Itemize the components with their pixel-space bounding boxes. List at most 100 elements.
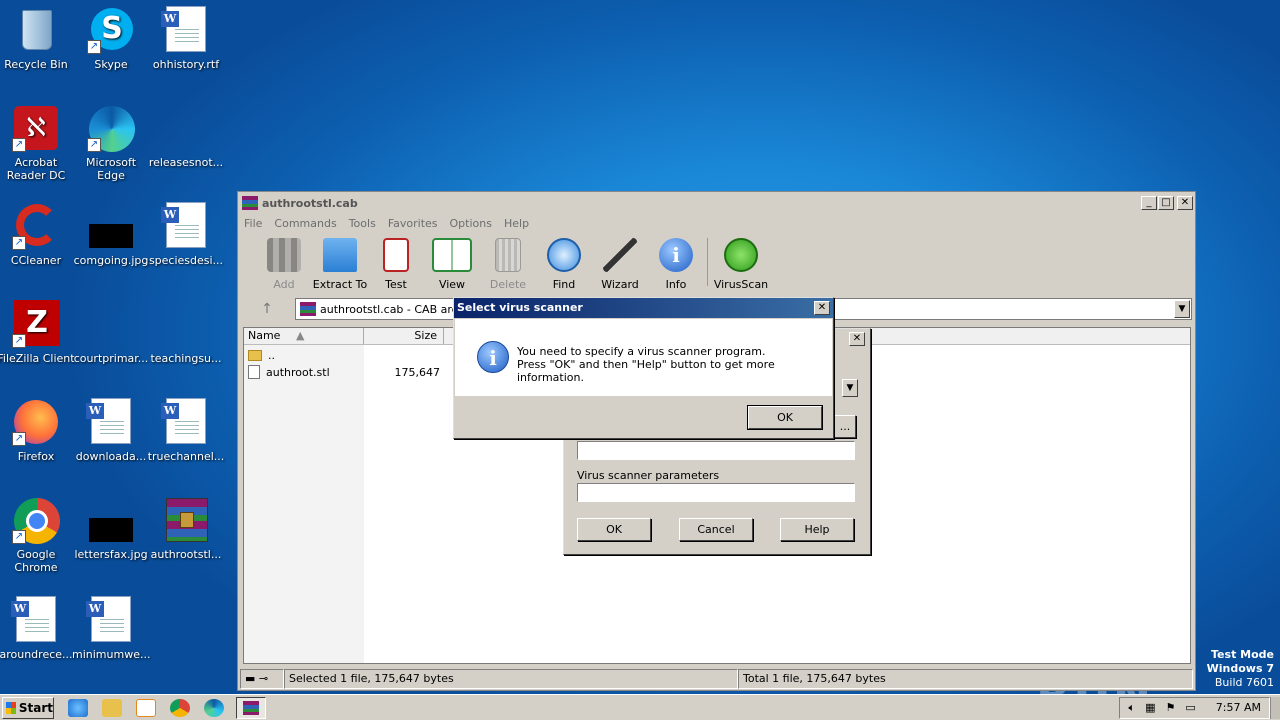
explorer-taskbar-icon[interactable] xyxy=(102,698,122,717)
address-dropdown-button[interactable]: ▼ xyxy=(1174,300,1190,318)
file-row[interactable]: .. xyxy=(248,347,444,363)
maximize-button[interactable]: □ xyxy=(1158,196,1174,210)
scan-dialog-close-button[interactable]: ✕ xyxy=(849,332,865,346)
menu-file[interactable]: File xyxy=(238,217,268,230)
desktop-icon-releasesnot[interactable]: releasesnot... xyxy=(147,104,225,169)
toolbar-add-button[interactable]: Add xyxy=(256,238,312,291)
window-title: authrootstl.cab xyxy=(262,196,358,210)
scan-ok-button[interactable]: OK xyxy=(577,518,651,541)
desktop-icon-recycle-bin[interactable]: Recycle Bin xyxy=(0,6,75,71)
desktop-icon-chrome[interactable]: ↗ Google Chrome xyxy=(0,496,75,574)
message-box-title: Select virus scanner xyxy=(457,301,583,314)
scanner-dropdown-button[interactable]: ▼ xyxy=(842,379,858,397)
column-size-header[interactable]: Size xyxy=(364,328,444,344)
desktop-icon-ohhistory[interactable]: W ohhistory.rtf xyxy=(147,6,225,71)
power-icon[interactable]: ▭ xyxy=(1185,701,1195,714)
word-document-icon: W xyxy=(161,202,210,250)
minimize-button[interactable]: _ xyxy=(1141,196,1157,210)
toolbar-test-button[interactable]: Test xyxy=(368,238,424,291)
toolbar-find-button[interactable]: Find xyxy=(536,238,592,291)
desktop-icon-speciesdesi[interactable]: W speciesdesi... xyxy=(147,202,225,267)
action-center-flag-icon[interactable]: ⚑ xyxy=(1166,701,1176,714)
shortcut-arrow-icon: ↗ xyxy=(87,138,101,152)
toolbar-wizard-button[interactable]: Wizard xyxy=(592,238,648,291)
message-box-titlebar[interactable]: Select virus scanner xyxy=(454,298,833,318)
winrar-taskbar-button[interactable] xyxy=(236,696,266,719)
toolbar-separator xyxy=(707,238,708,286)
desktop-icon-lettersfax[interactable]: lettersfax.jpg xyxy=(72,496,150,561)
desktop-icon-filezilla[interactable]: Z ↗ FileZilla Client xyxy=(0,300,75,365)
desktop-icon-firefox[interactable]: ↗ Firefox xyxy=(0,398,75,463)
desktop-icon-downloada[interactable]: W downloada... xyxy=(72,398,150,463)
clock[interactable]: 7:57 AM xyxy=(1216,701,1261,714)
test-mode-text: Test Mode Windows 7 Build 7601 xyxy=(1206,648,1274,689)
recycle-bin-icon xyxy=(12,6,60,54)
desktop-icon-edge[interactable]: ↗ Microsoft Edge xyxy=(72,104,150,182)
message-ok-button[interactable]: OK xyxy=(747,405,823,430)
shortcut-arrow-icon: ↗ xyxy=(12,334,26,348)
word-document-icon: W xyxy=(11,596,60,644)
desktop-icon-authrootstl[interactable]: authrootstl... xyxy=(147,496,225,561)
word-document-icon: W xyxy=(86,398,135,446)
word-document-icon: W xyxy=(161,6,210,54)
start-button[interactable]: Start xyxy=(2,696,54,719)
word-document-icon: W xyxy=(86,596,135,644)
menu-favorites[interactable]: Favorites xyxy=(382,217,444,230)
winrar-icon xyxy=(243,700,259,715)
chrome-taskbar-icon[interactable] xyxy=(170,698,190,717)
media-player-taskbar-icon[interactable] xyxy=(136,698,156,717)
toolbar-view-button[interactable]: View xyxy=(424,238,480,291)
windows-logo-icon xyxy=(6,701,16,714)
desktop-icon-skype[interactable]: S ↗ Skype xyxy=(72,6,150,71)
file-row[interactable]: authroot.stl 175,647 xyxy=(248,364,444,380)
taskbar: Start 🔈︎ ▦ ⚑ ▭ 7:57 AM xyxy=(0,694,1280,720)
extract-folder-icon xyxy=(323,238,357,272)
menu-options[interactable]: Options xyxy=(444,217,498,230)
network-icon[interactable]: ▦ xyxy=(1145,701,1155,714)
image-thumbnail-icon xyxy=(87,202,135,250)
delete-trash-icon xyxy=(495,238,521,272)
firefox-icon: ↗ xyxy=(12,398,60,446)
scanner-params-field[interactable] xyxy=(577,483,855,502)
show-desktop-button[interactable] xyxy=(1270,696,1280,719)
sort-ascending-icon: ▲ xyxy=(295,329,305,342)
browse-button[interactable]: ... xyxy=(834,415,856,438)
acrobat-icon: ℵ ↗ xyxy=(12,104,60,152)
toolbar-extract-button[interactable]: Extract To xyxy=(312,238,368,291)
volume-icon[interactable]: 🔈︎ xyxy=(1128,701,1135,715)
menu-bar: File Commands Tools Favorites Options He… xyxy=(238,214,1195,232)
toolbar-info-button[interactable]: i Info xyxy=(648,238,704,291)
message-box-close-button[interactable]: ✕ xyxy=(814,301,830,315)
ie-taskbar-icon[interactable] xyxy=(68,698,88,717)
scan-help-button[interactable]: Help xyxy=(780,518,854,541)
close-button[interactable]: ✕ xyxy=(1177,196,1193,210)
scan-cancel-button[interactable]: Cancel xyxy=(679,518,753,541)
status-total: Total 1 file, 175,647 bytes xyxy=(738,669,1193,689)
desktop-icon-courtprimar[interactable]: courtprimar... xyxy=(72,300,150,365)
menu-help[interactable]: Help xyxy=(498,217,535,230)
desktop-icon-acrobat[interactable]: ℵ ↗ Acrobat Reader DC xyxy=(0,104,75,182)
desktop-icon-truechannel[interactable]: W truechannel... xyxy=(147,398,225,463)
desktop-icon-aroundrece[interactable]: W aroundrece... xyxy=(0,596,75,661)
message-box-content: i You need to specify a virus scanner pr… xyxy=(455,319,832,396)
file-icon xyxy=(248,365,260,379)
shortcut-arrow-icon: ↗ xyxy=(12,530,26,544)
scanner-path-field[interactable] xyxy=(577,441,855,460)
desktop-icon-minimumwe[interactable]: W minimumwe... xyxy=(72,596,150,661)
toolbar-virusscan-button[interactable]: VirusScan xyxy=(711,238,771,291)
toolbar-delete-button[interactable]: Delete xyxy=(480,238,536,291)
desktop-icon-comgoing[interactable]: comgoing.jpg xyxy=(72,202,150,267)
menu-commands[interactable]: Commands xyxy=(268,217,342,230)
edge-taskbar-icon[interactable] xyxy=(204,698,224,717)
up-folder-button[interactable]: ↑ xyxy=(247,298,287,320)
desktop-icon-ccleaner[interactable]: ↗ CCleaner xyxy=(0,202,75,267)
window-titlebar[interactable]: authrootstl.cab xyxy=(238,192,1195,214)
word-document-icon: W xyxy=(161,398,210,446)
winrar-icon xyxy=(242,196,258,210)
status-drive-icons[interactable]: ▬ ⊸ xyxy=(240,669,284,689)
information-icon: i xyxy=(477,341,509,373)
menu-tools[interactable]: Tools xyxy=(343,217,382,230)
view-book-icon xyxy=(432,238,472,272)
desktop-icon-teachingsu[interactable]: teachingsu... xyxy=(147,300,225,365)
column-name-header[interactable]: Name ▲ xyxy=(244,328,364,344)
